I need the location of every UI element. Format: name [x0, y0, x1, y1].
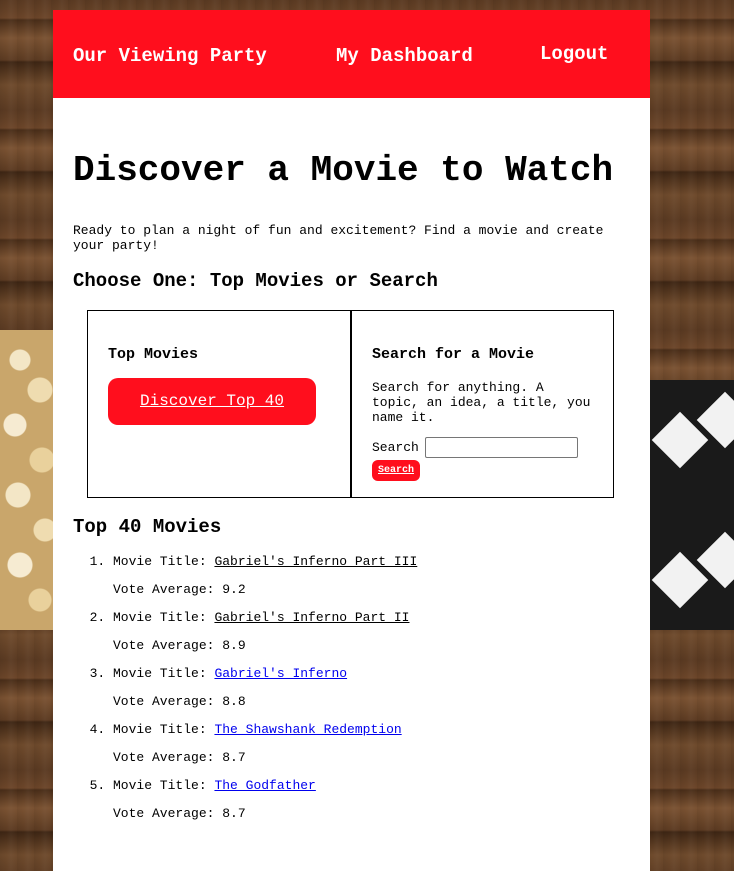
movie-title-link[interactable]: The Godfather	[214, 778, 315, 793]
movie-list: Movie Title: Gabriel's Inferno Part III …	[73, 554, 630, 822]
vote-average: Vote Average: 9.2	[113, 582, 630, 598]
vote-average: Vote Average: 8.8	[113, 694, 630, 710]
options-panels: Top Movies Discover Top 40 Search for a …	[87, 310, 614, 498]
nav-logout-link[interactable]: Logout	[540, 43, 608, 65]
vote-label: Vote Average:	[113, 638, 215, 653]
movie-title-link[interactable]: Gabriel's Inferno Part II	[214, 610, 409, 625]
list-item: Movie Title: Gabriel's Inferno Vote Aver…	[113, 666, 630, 710]
vote-value: 9.2	[222, 582, 246, 597]
clapperboard-decoration	[650, 380, 734, 630]
list-item: Movie Title: The Shawshank Redemption Vo…	[113, 722, 630, 766]
top-nav: Our Viewing Party My Dashboard Logout	[53, 10, 650, 98]
movie-title-label: Movie Title:	[113, 722, 207, 737]
movie-title-link[interactable]: Gabriel's Inferno	[214, 666, 347, 681]
search-button[interactable]: Search	[372, 460, 421, 481]
intro-text: Ready to plan a night of fun and excitem…	[73, 223, 604, 253]
movie-title-link[interactable]: The Shawshank Redemption	[214, 722, 401, 737]
vote-value: 8.8	[222, 694, 246, 709]
top-movies-panel: Top Movies Discover Top 40	[88, 311, 352, 497]
search-input[interactable]	[424, 437, 578, 458]
search-panel: Search for a Movie Search for anything. …	[352, 311, 613, 497]
top-movies-heading: Top Movies	[108, 346, 199, 363]
vote-label: Vote Average:	[113, 750, 215, 765]
vote-average: Vote Average: 8.7	[113, 750, 630, 766]
vote-value: 8.9	[222, 638, 246, 653]
popcorn-decoration	[0, 330, 60, 630]
search-description: Search for anything. A topic, an idea, a…	[372, 380, 591, 425]
search-row: Search	[372, 437, 593, 458]
nav-dashboard-link[interactable]: My Dashboard	[336, 45, 473, 67]
movie-title-label: Movie Title:	[113, 610, 207, 625]
discover-top-40-button[interactable]: Discover Top 40	[108, 378, 316, 425]
vote-average: Vote Average: 8.7	[113, 806, 630, 822]
list-item: Movie Title: The Godfather Vote Average:…	[113, 778, 630, 822]
main-content: Discover a Movie to Watch Ready to plan …	[53, 148, 650, 822]
vote-value: 8.7	[222, 806, 246, 821]
vote-value: 8.7	[222, 750, 246, 765]
movie-title-label: Movie Title:	[113, 666, 207, 681]
results-heading: Top 40 Movies	[73, 516, 222, 538]
page-title: Discover a Movie to Watch	[73, 150, 614, 191]
vote-average: Vote Average: 8.9	[113, 638, 630, 654]
list-item: Movie Title: Gabriel's Inferno Part III …	[113, 554, 630, 598]
vote-label: Vote Average:	[113, 806, 215, 821]
vote-label: Vote Average:	[113, 582, 215, 597]
movie-title-link[interactable]: Gabriel's Inferno Part III	[214, 554, 417, 569]
page-container: Our Viewing Party My Dashboard Logout Di…	[53, 10, 650, 871]
movie-title-label: Movie Title:	[113, 554, 207, 569]
choose-heading: Choose One: Top Movies or Search	[73, 270, 438, 292]
nav-brand-link[interactable]: Our Viewing Party	[73, 45, 267, 67]
vote-label: Vote Average:	[113, 694, 215, 709]
search-heading: Search for a Movie	[372, 346, 535, 363]
movie-title-label: Movie Title:	[113, 778, 207, 793]
search-label: Search	[372, 440, 419, 455]
list-item: Movie Title: Gabriel's Inferno Part II V…	[113, 610, 630, 654]
